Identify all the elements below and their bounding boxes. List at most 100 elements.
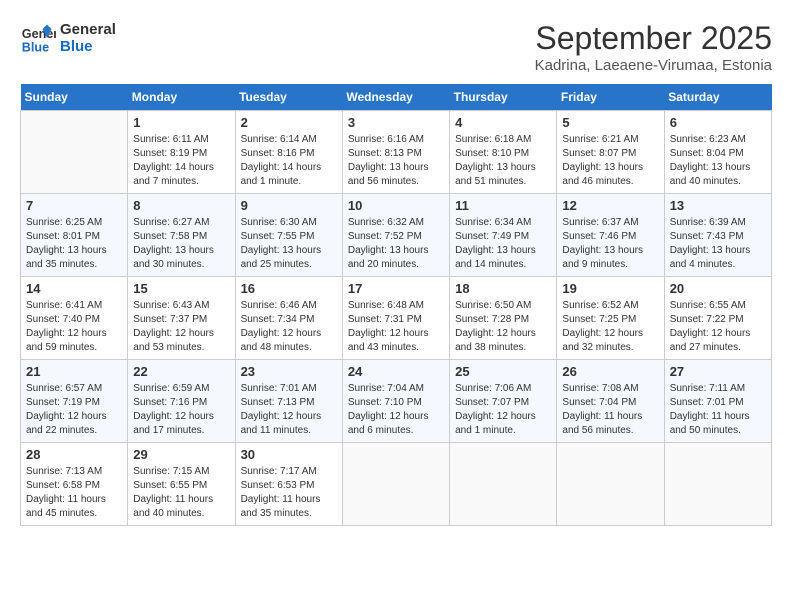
day-info: Sunrise: 6:32 AMSunset: 7:52 PMDaylight:… <box>348 216 444 272</box>
week-row-5: 28 Sunrise: 7:13 AMSunset: 6:58 PMDayligh… <box>21 443 772 526</box>
day-number: 13 <box>670 198 766 213</box>
day-number: 16 <box>241 281 337 296</box>
cell-week3-day0: 14 Sunrise: 6:41 AMSunset: 7:40 PMDayligh… <box>21 277 128 360</box>
day-info: Sunrise: 6:50 AMSunset: 7:28 PMDaylight:… <box>455 299 551 355</box>
day-number: 19 <box>562 281 658 296</box>
day-number: 6 <box>670 115 766 130</box>
day-number: 18 <box>455 281 551 296</box>
day-number: 12 <box>562 198 658 213</box>
weekday-header-row: Sunday Monday Tuesday Wednesday Thursday… <box>21 84 772 111</box>
cell-week2-day3: 10 Sunrise: 6:32 AMSunset: 7:52 PMDayligh… <box>342 194 449 277</box>
day-info: Sunrise: 6:39 AMSunset: 7:43 PMDaylight:… <box>670 216 766 272</box>
day-info: Sunrise: 7:11 AMSunset: 7:01 PMDaylight:… <box>670 382 766 438</box>
week-row-2: 7 Sunrise: 6:25 AMSunset: 8:01 PMDaylight… <box>21 194 772 277</box>
cell-week3-day5: 19Sunrise: 6:52 AMSunset: 7:25 PMDayligh… <box>557 277 664 360</box>
logo-icon: General Blue <box>20 20 56 56</box>
week-row-3: 14 Sunrise: 6:41 AMSunset: 7:40 PMDayligh… <box>21 277 772 360</box>
day-info: Sunrise: 7:04 AMSunset: 7:10 PMDaylight:… <box>348 382 444 438</box>
day-info: Sunrise: 6:25 AMSunset: 8:01 PMDaylight:… <box>26 216 122 272</box>
cell-week5-day5 <box>557 443 664 526</box>
logo: General Blue General Blue <box>20 20 116 56</box>
day-number: 1 <box>133 115 229 130</box>
cell-week4-day3: 24 Sunrise: 7:04 AMSunset: 7:10 PMDayligh… <box>342 360 449 443</box>
cell-week4-day0: 21Sunrise: 6:57 AMSunset: 7:19 PMDayligh… <box>21 360 128 443</box>
day-info: Sunrise: 6:16 AMSunset: 8:13 PMDaylight:… <box>348 133 444 189</box>
cell-week5-day2: 30 Sunrise: 7:17 AMSunset: 6:53 PMDayligh… <box>235 443 342 526</box>
cell-week2-day6: 13 Sunrise: 6:39 AMSunset: 7:43 PMDayligh… <box>664 194 771 277</box>
day-info: Sunrise: 6:11 AMSunset: 8:19 PMDaylight:… <box>133 133 229 189</box>
header-wednesday: Wednesday <box>342 84 449 111</box>
cell-week4-day6: 27Sunrise: 7:11 AMSunset: 7:01 PMDayligh… <box>664 360 771 443</box>
day-info: Sunrise: 7:06 AMSunset: 7:07 PMDaylight:… <box>455 382 551 438</box>
day-number: 30 <box>241 447 337 462</box>
cell-week3-day3: 17 Sunrise: 6:48 AMSunset: 7:31 PMDayligh… <box>342 277 449 360</box>
cell-week4-day4: 25 Sunrise: 7:06 AMSunset: 7:07 PMDayligh… <box>450 360 557 443</box>
day-number: 17 <box>348 281 444 296</box>
day-info: Sunrise: 7:01 AMSunset: 7:13 PMDaylight:… <box>241 382 337 438</box>
header-tuesday: Tuesday <box>235 84 342 111</box>
day-number: 14 <box>26 281 122 296</box>
day-number: 20 <box>670 281 766 296</box>
cell-week1-day2: 2Sunrise: 6:14 AMSunset: 8:16 PMDaylight… <box>235 111 342 194</box>
day-info: Sunrise: 6:48 AMSunset: 7:31 PMDaylight:… <box>348 299 444 355</box>
header-monday: Monday <box>128 84 235 111</box>
day-number: 9 <box>241 198 337 213</box>
cell-week5-day3 <box>342 443 449 526</box>
day-info: Sunrise: 6:41 AMSunset: 7:40 PMDaylight:… <box>26 299 122 355</box>
day-number: 3 <box>348 115 444 130</box>
day-info: Sunrise: 6:23 AMSunset: 8:04 PMDaylight:… <box>670 133 766 189</box>
cell-week4-day2: 23 Sunrise: 7:01 AMSunset: 7:13 PMDayligh… <box>235 360 342 443</box>
day-info: Sunrise: 6:27 AMSunset: 7:58 PMDaylight:… <box>133 216 229 272</box>
logo-general: General <box>60 21 116 38</box>
day-number: 26 <box>562 364 658 379</box>
svg-text:Blue: Blue <box>22 41 49 55</box>
day-info: Sunrise: 6:59 AMSunset: 7:16 PMDaylight:… <box>133 382 229 438</box>
cell-week2-day2: 9 Sunrise: 6:30 AMSunset: 7:55 PMDaylight… <box>235 194 342 277</box>
header-sunday: Sunday <box>21 84 128 111</box>
cell-week2-day1: 8Sunrise: 6:27 AMSunset: 7:58 PMDaylight… <box>128 194 235 277</box>
day-info: Sunrise: 6:30 AMSunset: 7:55 PMDaylight:… <box>241 216 337 272</box>
day-number: 24 <box>348 364 444 379</box>
day-info: Sunrise: 6:55 AMSunset: 7:22 PMDaylight:… <box>670 299 766 355</box>
day-info: Sunrise: 7:15 AMSunset: 6:55 PMDaylight:… <box>133 465 229 521</box>
cell-week5-day4 <box>450 443 557 526</box>
cell-week2-day0: 7 Sunrise: 6:25 AMSunset: 8:01 PMDaylight… <box>21 194 128 277</box>
week-row-4: 21Sunrise: 6:57 AMSunset: 7:19 PMDayligh… <box>21 360 772 443</box>
cell-week2-day5: 12Sunrise: 6:37 AMSunset: 7:46 PMDayligh… <box>557 194 664 277</box>
day-number: 4 <box>455 115 551 130</box>
day-number: 25 <box>455 364 551 379</box>
day-number: 5 <box>562 115 658 130</box>
cell-week5-day6 <box>664 443 771 526</box>
day-number: 23 <box>241 364 337 379</box>
location-subtitle: Kadrina, Laeaene-Virumaa, Estonia <box>535 57 772 74</box>
day-number: 11 <box>455 198 551 213</box>
cell-week5-day0: 28 Sunrise: 7:13 AMSunset: 6:58 PMDayligh… <box>21 443 128 526</box>
cell-week5-day1: 29 Sunrise: 7:15 AMSunset: 6:55 PMDayligh… <box>128 443 235 526</box>
day-info: Sunrise: 7:08 AMSunset: 7:04 PMDaylight:… <box>562 382 658 438</box>
cell-week4-day5: 26 Sunrise: 7:08 AMSunset: 7:04 PMDayligh… <box>557 360 664 443</box>
day-info: Sunrise: 6:21 AMSunset: 8:07 PMDaylight:… <box>562 133 658 189</box>
cell-week1-day4: 4Sunrise: 6:18 AMSunset: 8:10 PMDaylight… <box>450 111 557 194</box>
cell-week1-day0 <box>21 111 128 194</box>
day-number: 21 <box>26 364 122 379</box>
day-number: 22 <box>133 364 229 379</box>
day-number: 10 <box>348 198 444 213</box>
day-number: 28 <box>26 447 122 462</box>
cell-week2-day4: 11Sunrise: 6:34 AMSunset: 7:49 PMDayligh… <box>450 194 557 277</box>
day-number: 29 <box>133 447 229 462</box>
header-saturday: Saturday <box>664 84 771 111</box>
cell-week1-day5: 5 Sunrise: 6:21 AMSunset: 8:07 PMDaylight… <box>557 111 664 194</box>
cell-week3-day2: 16 Sunrise: 6:46 AMSunset: 7:34 PMDayligh… <box>235 277 342 360</box>
day-info: Sunrise: 7:17 AMSunset: 6:53 PMDaylight:… <box>241 465 337 521</box>
cell-week4-day1: 22 Sunrise: 6:59 AMSunset: 7:16 PMDayligh… <box>128 360 235 443</box>
day-number: 2 <box>241 115 337 130</box>
header: General Blue General Blue September 2025… <box>20 20 772 74</box>
cell-week1-day1: 1 Sunrise: 6:11 AMSunset: 8:19 PMDaylight… <box>128 111 235 194</box>
week-row-1: 1 Sunrise: 6:11 AMSunset: 8:19 PMDaylight… <box>21 111 772 194</box>
header-friday: Friday <box>557 84 664 111</box>
cell-week1-day3: 3 Sunrise: 6:16 AMSunset: 8:13 PMDaylight… <box>342 111 449 194</box>
cell-week3-day1: 15Sunrise: 6:43 AMSunset: 7:37 PMDayligh… <box>128 277 235 360</box>
day-info: Sunrise: 6:46 AMSunset: 7:34 PMDaylight:… <box>241 299 337 355</box>
day-info: Sunrise: 7:13 AMSunset: 6:58 PMDaylight:… <box>26 465 122 521</box>
day-number: 7 <box>26 198 122 213</box>
